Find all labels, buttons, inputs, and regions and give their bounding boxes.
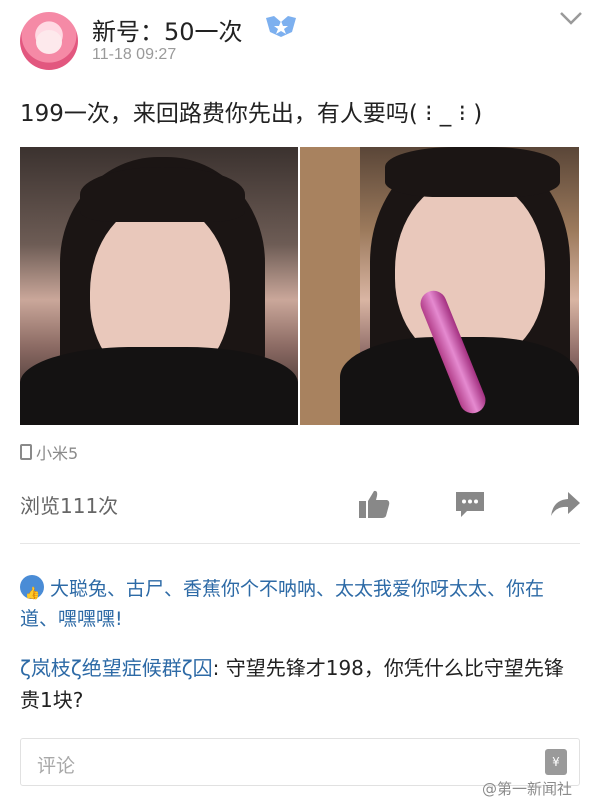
divider — [20, 543, 580, 544]
gift-icon[interactable]: ¥ — [545, 749, 567, 775]
post-text: 199一次，来回路费你先出，有人要吗( ⁝ _ ⁝ ) — [20, 101, 483, 127]
likes-list: 大聪兔、古尸、香蕉你个不呐呐、太太我爱你呀太太、你在道、嘿嘿嘿! — [20, 574, 580, 634]
comment-author[interactable]: ζ岚枝ζ绝望症候群ζ囚 — [20, 656, 213, 680]
like-badge-icon — [20, 575, 44, 608]
share-arrow-icon[interactable] — [548, 488, 582, 520]
post-image[interactable] — [20, 147, 298, 425]
post-image[interactable] — [300, 147, 579, 425]
username[interactable]: 新号：50一次 — [92, 12, 243, 47]
vip-badge-icon — [266, 16, 296, 37]
device-info: 小米5 — [20, 440, 78, 464]
post-header: 新号：50一次 11-18 09:27 — [0, 0, 600, 80]
comment-item: ζ岚枝ζ绝望症候群ζ囚: 守望先锋才198，你凭什么比守望先锋贵1块? — [20, 652, 580, 716]
post-timestamp: 11-18 09:27 — [92, 46, 177, 63]
watermark: @第一新闻社 — [482, 780, 573, 798]
thumbs-up-icon[interactable] — [357, 488, 391, 520]
device-label: 小米5 — [36, 444, 79, 463]
comment-bubble-icon[interactable] — [453, 488, 487, 520]
view-count: 浏览111次 — [20, 494, 119, 518]
liked-by-names[interactable]: 大聪兔、古尸、香蕉你个不呐呐、太太我爱你呀太太、你在道、嘿嘿嘿! — [20, 578, 544, 630]
chevron-down-icon[interactable] — [556, 6, 586, 30]
comment-placeholder: 评论 — [37, 755, 76, 777]
avatar[interactable] — [20, 12, 78, 70]
phone-icon — [20, 444, 32, 460]
